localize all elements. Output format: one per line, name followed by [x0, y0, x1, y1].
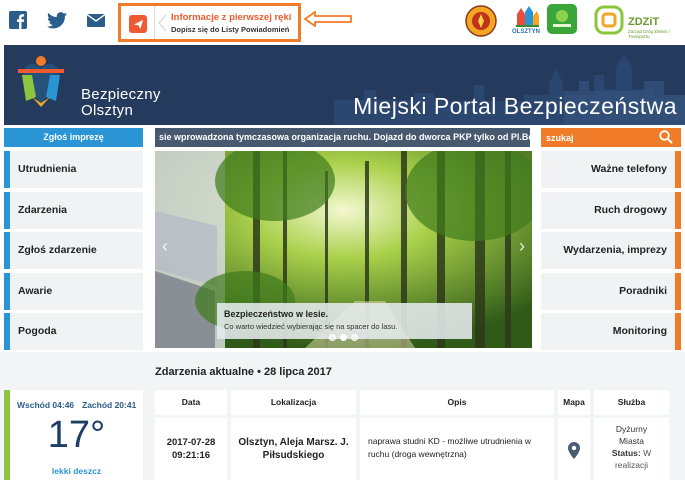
nav-label: Ważne telefony — [590, 163, 667, 175]
twitter-icon[interactable] — [47, 10, 67, 30]
event-map-cell — [558, 418, 590, 480]
notification-subtitle: Dopisz się do Listy Powiadomień — [171, 25, 290, 34]
page: Informacje z pierwszej ręki Dopisz się d… — [0, 0, 685, 480]
nav-label: Monitoring — [612, 325, 667, 337]
temperature: 17° — [47, 414, 106, 456]
nav-label: Utrudnienia — [18, 163, 77, 175]
slide-text: Co warto wiedzieć wybierając się na spac… — [224, 322, 398, 331]
weather-widget: Wschód 04:46 Zachód 20:41 17° lekki desz… — [4, 390, 143, 480]
image-slider[interactable]: ‹ › Bezpieczeństwo w lesie. Co warto wie… — [155, 151, 532, 348]
top-bar: Informacje z pierwszej ręki Dopisz się d… — [0, 0, 685, 44]
mail-icon[interactable] — [86, 10, 106, 30]
nav-label: Poradniki — [619, 285, 667, 297]
nav-label: Zdarzenia — [18, 204, 68, 216]
notification-divider — [154, 6, 155, 39]
column-header-service[interactable]: Służba — [594, 390, 669, 415]
nav-zglos-zdarzenie[interactable]: Zgłoś zdarzenie — [4, 232, 143, 269]
events-heading: Zdarzenia aktualne • 28 lipca 2017 — [155, 366, 332, 378]
event-location: Olsztyn, Aleja Marsz. J. Piłsudskiego — [231, 418, 356, 480]
nav-awarie[interactable]: Awarie — [4, 273, 143, 310]
nav-label: Pogoda — [18, 325, 57, 337]
header-banner: Bezpieczny Olsztyn Miejski Portal Bezpie… — [4, 45, 685, 125]
search-icon[interactable] — [659, 130, 673, 144]
slider-dot[interactable] — [351, 334, 358, 341]
event-status: Status: W realizacji — [607, 447, 657, 471]
nav-label: Zgłoś zdarzenie — [18, 244, 97, 256]
facebook-icon[interactable] — [8, 10, 28, 30]
search-bar — [541, 128, 681, 147]
nav-wazne-telefony[interactable]: Ważne telefony — [541, 151, 681, 188]
column-header-map[interactable]: Mapa — [558, 390, 590, 415]
arrow-left-icon — [303, 11, 352, 27]
slide-title: Bezpieczeństwo w lesie. — [224, 309, 329, 319]
notification-title: Informacje z pierwszej ręki — [171, 12, 292, 23]
olsztyn-label: OLSZTYN — [512, 29, 540, 35]
send-icon — [129, 15, 147, 33]
event-time: 09:21:16 — [171, 450, 211, 461]
notification-signup-banner[interactable]: Informacje z pierwszej ręki Dopisz się d… — [118, 3, 301, 42]
event-service-cell: Dyżurny Miasta Status: W realizacji — [594, 418, 669, 480]
zdzit-subtitle: Zarząd Dróg Zieleni i Transportu — [628, 29, 670, 39]
report-event-button[interactable]: Zgłoś imprezę — [4, 128, 143, 147]
event-description: naprawa studni KD - możliwe utrudnienia … — [360, 418, 554, 480]
nav-ruch-drogowy[interactable]: Ruch drogowy — [541, 192, 681, 229]
green-partner-logo[interactable] — [547, 4, 577, 39]
map-pin-icon[interactable] — [568, 442, 580, 459]
news-ticker[interactable]: sie wprowadzona tymczasowa organizacja r… — [155, 128, 530, 147]
nav-label: Ruch drogowy — [594, 204, 667, 216]
slider-next-icon[interactable]: › — [516, 235, 528, 257]
sunrise-time: Wschód 04:46 — [17, 400, 75, 410]
event-service: Dyżurny Miasta — [615, 424, 648, 446]
slider-dot[interactable] — [329, 334, 336, 341]
slider-prev-icon[interactable]: ‹ — [159, 235, 171, 257]
nav-poradniki[interactable]: Poradniki — [541, 273, 681, 310]
nav-zdarzenia[interactable]: Zdarzenia — [4, 192, 143, 229]
brand-name-line2: Olsztyn — [81, 102, 134, 119]
brand-name-line1: Bezpieczny — [81, 86, 161, 103]
zdzit-label: ZDZiT — [628, 16, 660, 28]
slider-dot-active[interactable] — [340, 334, 347, 341]
column-header-description[interactable]: Opis — [360, 390, 554, 415]
zdzit-logo[interactable] — [594, 5, 624, 40]
event-status-label: Status: — [611, 448, 641, 458]
nav-utrudnienia[interactable]: Utrudnienia — [4, 151, 143, 188]
fire-brigade-logo[interactable] — [465, 4, 497, 43]
nav-label: Wydarzenia, imprezy — [563, 244, 667, 256]
nav-monitoring[interactable]: Monitoring — [541, 313, 681, 350]
weather-description: lekki deszcz — [51, 466, 102, 476]
column-header-location[interactable]: Lokalizacja — [231, 390, 356, 415]
column-header-date[interactable]: Data — [155, 390, 227, 415]
chevron-left-icon — [158, 14, 167, 32]
sunset-time: Zachód 20:41 — [82, 400, 137, 410]
nav-pogoda[interactable]: Pogoda — [4, 313, 143, 350]
event-date: 2017-07-28 — [166, 437, 216, 448]
event-date-cell: 2017-07-28 09:21:16 — [155, 418, 227, 480]
nav-wydarzenia-imprezy[interactable]: Wydarzenia, imprezy — [541, 232, 681, 269]
nav-label: Awarie — [18, 285, 53, 297]
search-input[interactable] — [541, 128, 651, 147]
portal-title: Miejski Portal Bezpieczeństwa — [353, 93, 677, 119]
